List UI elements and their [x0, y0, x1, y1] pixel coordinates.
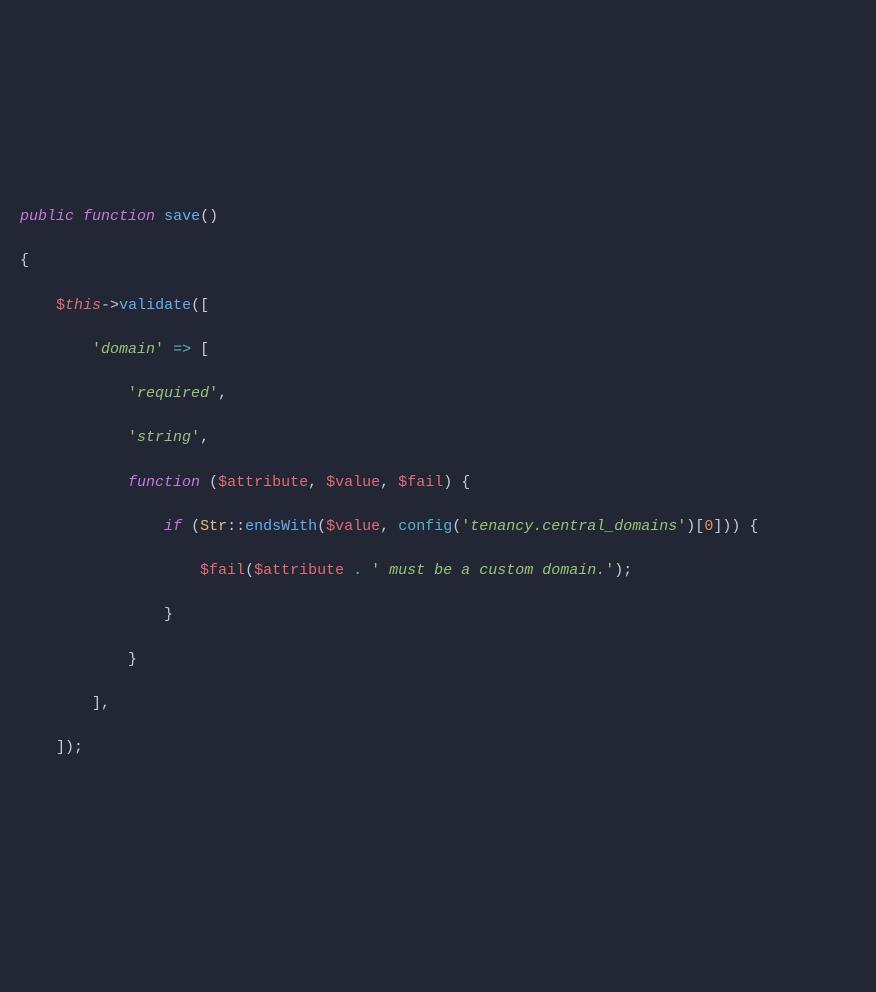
fat-arrow: =>: [173, 341, 191, 358]
quote: ': [461, 518, 470, 535]
code-line: ],: [20, 682, 856, 726]
close-all: ]);: [56, 739, 83, 756]
quote: ': [209, 385, 218, 402]
class-str: Str: [200, 518, 227, 535]
dollar-sign: $: [56, 297, 65, 314]
open-bracket: ([: [191, 297, 209, 314]
keyword-public: public: [20, 208, 74, 225]
comma: ,: [218, 385, 227, 402]
var-fail: fail: [407, 474, 443, 491]
keyword-if: if: [164, 518, 182, 535]
comma: ,: [380, 474, 398, 491]
brace-open: {: [749, 518, 758, 535]
code-line: ]);: [20, 726, 856, 770]
code-line: 'string',: [20, 416, 856, 460]
bracket: [: [200, 341, 209, 358]
brace-close: }: [128, 651, 137, 668]
quote: ': [605, 562, 614, 579]
paren-open: (: [245, 562, 254, 579]
quote: ': [191, 429, 200, 446]
code-line: }: [20, 638, 856, 682]
arrow-op: ->: [101, 297, 119, 314]
dollar-sign: $: [326, 518, 335, 535]
code-line: 'domain' => [: [20, 328, 856, 372]
brace-open: {: [461, 474, 470, 491]
var-value: value: [335, 518, 380, 535]
dollar-sign: $: [326, 474, 335, 491]
keyword-function: function: [128, 474, 200, 491]
close-bracket: )[: [686, 518, 704, 535]
bracket-close-comma: ],: [92, 695, 110, 712]
dollar-sign: $: [254, 562, 263, 579]
paren-open: (: [191, 518, 200, 535]
concat-op: .: [353, 562, 362, 579]
method-call: validate: [119, 297, 191, 314]
paren-open: (: [209, 474, 218, 491]
number-zero: 0: [704, 518, 713, 535]
method-endswith: endsWith: [245, 518, 317, 535]
keyword-function: function: [83, 208, 155, 225]
function-name: save: [164, 208, 200, 225]
close-parens: ])): [713, 518, 740, 535]
var-fail: fail: [209, 562, 245, 579]
code-line: function ($attribute, $value, $fail) {: [20, 461, 856, 505]
brace-open: {: [20, 252, 29, 269]
code-line: $this->validate([: [20, 284, 856, 328]
brace-close: }: [164, 606, 173, 623]
code-line: {: [20, 239, 856, 283]
quote: ': [677, 518, 686, 535]
string-config-key: tenancy.central_domains: [470, 518, 677, 535]
dollar-sign: $: [218, 474, 227, 491]
quote: ': [371, 562, 380, 579]
paren-open: (: [317, 518, 326, 535]
code-line: 'required',: [20, 372, 856, 416]
paren-open: (: [452, 518, 461, 535]
code-line: if (Str::endsWith($value, config('tenanc…: [20, 505, 856, 549]
string-required: required: [137, 385, 209, 402]
code-line: }: [20, 593, 856, 637]
double-colon: ::: [227, 518, 245, 535]
string-error-msg: must be a custom domain.: [380, 562, 605, 579]
comma: ,: [380, 518, 398, 535]
code-line: $fail($attribute . ' must be a custom do…: [20, 549, 856, 593]
fn-config: config: [398, 518, 452, 535]
quote: ': [92, 341, 101, 358]
string-domain: domain: [101, 341, 155, 358]
quote: ': [128, 429, 137, 446]
comma: ,: [308, 474, 326, 491]
code-line: public function save(): [20, 195, 856, 239]
quote: ': [155, 341, 164, 358]
this-keyword: this: [65, 297, 101, 314]
quote: ': [128, 385, 137, 402]
parens: (): [200, 208, 218, 225]
paren-close: ): [443, 474, 452, 491]
var-value: value: [335, 474, 380, 491]
dollar-sign: $: [200, 562, 209, 579]
comma: ,: [200, 429, 209, 446]
var-attribute: attribute: [227, 474, 308, 491]
var-attribute: attribute: [263, 562, 344, 579]
close-paren-semi: );: [614, 562, 632, 579]
dollar-sign: $: [398, 474, 407, 491]
string-string: string: [137, 429, 191, 446]
